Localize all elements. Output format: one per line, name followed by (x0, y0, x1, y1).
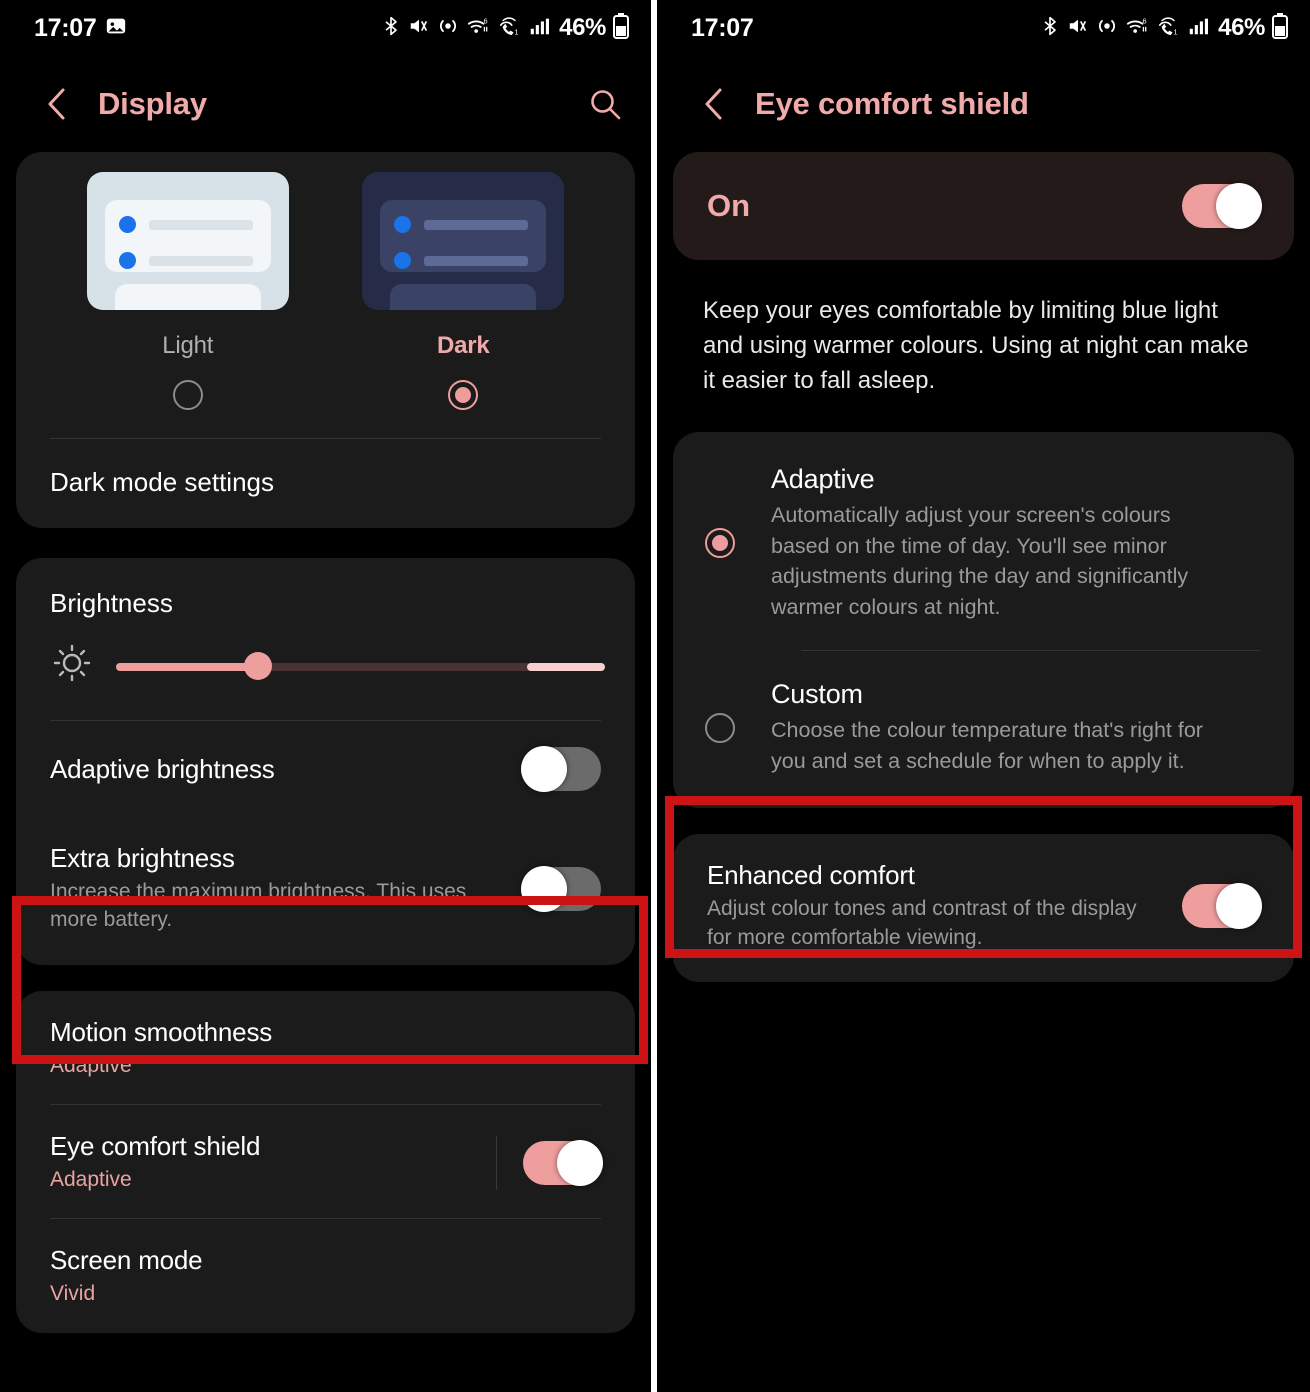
wifi-calling-icon: 1 (1156, 15, 1180, 42)
theme-radio-light[interactable] (172, 380, 203, 410)
brightness-slider[interactable] (116, 651, 605, 680)
battery-icon (1272, 12, 1288, 44)
extra-brightness-label: Extra brightness (50, 843, 235, 873)
svg-text:6: 6 (1143, 16, 1147, 25)
eye-comfort-description: Keep your eyes comfortable by limiting b… (703, 297, 1249, 394)
chevron-left-icon[interactable] (40, 87, 74, 121)
brightness-card: Brightness Adaptive brightness Extra bri… (16, 558, 635, 965)
search-icon[interactable] (585, 84, 625, 124)
extra-brightness-description: Increase the maximum brightness. This us… (50, 880, 467, 932)
status-bar-left: 17:07 (691, 13, 754, 42)
screen-mode-label: Screen mode (50, 1245, 203, 1276)
image-icon (105, 15, 127, 42)
battery-percent-label: 46% (559, 14, 606, 41)
chevron-left-icon[interactable] (697, 87, 731, 121)
page-title: Display (98, 86, 207, 121)
adaptive-brightness-label: Adaptive brightness (50, 753, 275, 784)
enhanced-comfort-description: Adjust colour tones and contrast of the … (707, 897, 1137, 949)
page-title: Eye comfort shield (755, 86, 1029, 121)
motion-smoothness-value: Adaptive (50, 1053, 132, 1077)
status-bar-left: 17:07 (34, 15, 127, 42)
theme-radio-dark[interactable] (448, 380, 479, 410)
motion-smoothness-label: Motion smoothness (50, 1016, 273, 1047)
display-options-card: Motion smoothness Adaptive Eye comfort s… (16, 990, 635, 1333)
adaptive-brightness-row[interactable]: Adaptive brightness (16, 721, 635, 819)
radio-custom[interactable] (705, 712, 735, 743)
wifi-6-icon: 6 (1125, 15, 1149, 42)
enhanced-comfort-toggle[interactable] (1182, 883, 1262, 930)
brightness-sun-icon (50, 641, 94, 690)
hotspot-icon (437, 15, 459, 42)
extra-brightness-row[interactable]: Extra brightness Increase the maximum br… (16, 819, 635, 965)
brightness-title: Brightness (50, 588, 173, 618)
status-bar: 17:07 6 1 46% (657, 0, 1310, 56)
eye-comfort-shield-label: Eye comfort shield (50, 1131, 261, 1162)
eye-comfort-shield-row[interactable]: Eye comfort shield Adaptive (16, 1105, 635, 1218)
eye-comfort-shield-screen: 17:07 6 1 46% Eye comfort shield On Keep… (657, 0, 1310, 1392)
theme-options-row: Light Dark (16, 172, 635, 410)
enhanced-comfort-row[interactable]: Enhanced comfort Adjust colour tones and… (673, 834, 1294, 983)
wifi-calling-icon: 1 (497, 15, 521, 42)
battery-percent-label: 46% (1218, 14, 1265, 41)
svg-text:1: 1 (1174, 27, 1178, 36)
color-mode-options-card: Adaptive Automatically adjust your scree… (673, 432, 1294, 809)
screenshot-pair: 17:07 6 1 46% Display Light Dark Dark mo… (0, 0, 1310, 1392)
svg-text:1: 1 (515, 27, 519, 36)
extra-brightness-toggle[interactable] (521, 865, 601, 912)
dark-theme-preview-icon (362, 172, 565, 310)
theme-card: Light Dark Dark mode settings (16, 152, 635, 528)
display-appbar: Display (0, 56, 651, 152)
status-clock: 17:07 (34, 13, 97, 42)
signal-bars-icon (1187, 15, 1209, 42)
brightness-slider-row (16, 619, 635, 720)
option-adaptive-row[interactable]: Adaptive Automatically adjust your scree… (673, 436, 1294, 650)
option-custom-title: Custom (771, 679, 863, 710)
option-custom-row[interactable]: Custom Choose the colour temperature tha… (673, 651, 1294, 804)
theme-option-light[interactable]: Light (78, 172, 298, 410)
hotspot-icon (1096, 15, 1118, 42)
status-bar: 17:07 6 1 46% (0, 0, 651, 56)
light-theme-preview-icon (86, 172, 289, 310)
theme-label-light: Light (162, 332, 214, 359)
radio-wrap-adaptive (703, 528, 737, 559)
option-custom-description: Choose the colour temperature that's rig… (771, 718, 1203, 773)
adaptive-brightness-toggle[interactable] (521, 746, 601, 792)
battery-icon (613, 12, 629, 44)
enhanced-comfort-label: Enhanced comfort (707, 860, 915, 891)
status-bar-right: 6 1 46% (381, 12, 629, 44)
master-switch-label: On (707, 188, 751, 223)
status-bar-right: 6 1 46% (1040, 12, 1288, 44)
eye-comfort-shield-toggle[interactable] (523, 1139, 603, 1186)
option-adaptive-description: Automatically adjust your screen's colou… (771, 503, 1189, 619)
mute-vibrate-icon (408, 15, 430, 42)
slider-extra-zone (526, 662, 605, 671)
eye-comfort-shield-value: Adaptive (50, 1168, 132, 1192)
status-clock: 17:07 (691, 13, 754, 42)
theme-label-dark: Dark (436, 332, 490, 359)
slider-fill (116, 662, 258, 671)
signal-bars-icon (528, 15, 550, 42)
slider-knob[interactable] (243, 651, 272, 680)
radio-wrap-custom (703, 712, 737, 743)
mute-vibrate-icon (1067, 15, 1089, 42)
screen-mode-value: Vivid (50, 1282, 96, 1306)
dark-mode-settings-row[interactable]: Dark mode settings (16, 439, 635, 528)
theme-option-dark[interactable]: Dark (353, 172, 573, 410)
master-switch-toggle[interactable] (1182, 183, 1262, 229)
divider (496, 1135, 497, 1190)
eye-comfort-master-switch-row[interactable]: On (673, 152, 1294, 260)
screen-mode-row[interactable]: Screen mode Vivid (16, 1219, 635, 1332)
motion-smoothness-row[interactable]: Motion smoothness Adaptive (16, 991, 635, 1104)
wifi-6-icon: 6 (466, 15, 490, 42)
display-settings-screen: 17:07 6 1 46% Display Light Dark Dark mo… (0, 0, 651, 1392)
bluetooth-icon (1040, 14, 1060, 43)
eye-comfort-appbar: Eye comfort shield (657, 56, 1310, 152)
svg-text:6: 6 (484, 16, 488, 25)
option-adaptive-title: Adaptive (771, 464, 875, 495)
bluetooth-icon (381, 14, 401, 43)
radio-adaptive[interactable] (705, 528, 735, 559)
